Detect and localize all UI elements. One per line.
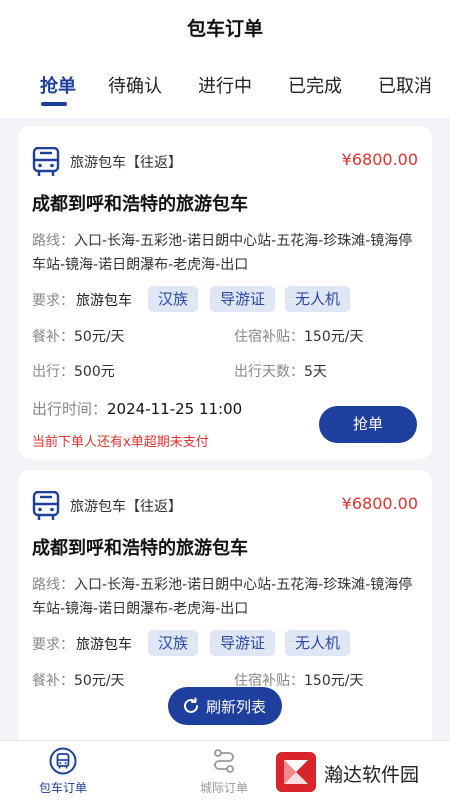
- route-icon: [214, 749, 234, 773]
- page-title: 包车订单: [186, 18, 263, 40]
- order-title: 成都到呼和浩特的旅游包车: [32, 194, 248, 215]
- requirements-text: 旅游包车: [76, 637, 132, 653]
- meal-allowance: 餐补：50元/天: [32, 673, 125, 689]
- lodging-allowance: 住宿补贴：150元/天: [234, 329, 364, 345]
- nav-charter-orders[interactable]: 包车订单: [13, 741, 113, 800]
- tab-cancelled[interactable]: 已取消: [378, 72, 432, 98]
- bus-icon: [32, 491, 60, 520]
- grab-order-button[interactable]: 抢单: [319, 406, 417, 443]
- tab-active-indicator: [41, 102, 67, 106]
- bus-icon: [49, 747, 77, 775]
- route-value: 入口-长海-五彩池-诺日朗中心站-五花海-珍珠滩-镜海停车站-镜海-诺日朗瀑布-…: [32, 577, 413, 617]
- trip-days: 出行天数：5天: [234, 364, 327, 380]
- tab-grab[interactable]: 抢单: [40, 72, 76, 98]
- order-price: ¥6800.00: [341, 494, 418, 513]
- order-type: 旅游包车【往返】: [70, 499, 182, 515]
- order-type: 旅游包车【往返】: [70, 155, 182, 171]
- refresh-icon: [184, 697, 198, 713]
- payment-warning: 当前下单人还有x单超期未支付: [32, 435, 209, 450]
- order-title: 成都到呼和浩特的旅游包车: [32, 538, 248, 559]
- watermark: 瀚达软件园: [272, 748, 440, 796]
- tab-pending[interactable]: 待确认: [108, 72, 162, 98]
- tag-guide-license: 导游证: [210, 630, 276, 656]
- order-card[interactable]: 旅游包车【往返】 ¥6800.00 成都到呼和浩特的旅游包车 路线：入口-长海-…: [18, 126, 432, 459]
- trip-fee: 出行：500元: [32, 364, 115, 380]
- requirements-text: 旅游包车: [76, 293, 132, 309]
- watermark-logo-icon: [276, 752, 316, 792]
- refresh-label: 刷新列表: [206, 698, 267, 716]
- route-description: 路线：入口-长海-五彩池-诺日朗中心站-五花海-珍珠滩-镜海停车站-镜海-诺日朗…: [32, 573, 422, 621]
- nav-label: 城际订单: [199, 781, 248, 795]
- route-value: 入口-长海-五彩池-诺日朗中心站-五花海-珍珠滩-镜海停车站-镜海-诺日朗瀑布-…: [32, 233, 413, 273]
- tag-ethnicity: 汉族: [148, 286, 199, 312]
- requirements-label: 要求：: [32, 293, 74, 309]
- tag-drone: 无人机: [285, 286, 351, 312]
- nav-label: 包车订单: [38, 781, 87, 795]
- refresh-list-button[interactable]: 刷新列表: [168, 687, 282, 725]
- header: 包车订单 抢单 待确认 进行中 已完成 已取消: [0, 0, 450, 118]
- bus-icon: [32, 147, 60, 176]
- route-label: 路线：: [32, 577, 74, 593]
- requirements-label: 要求：: [32, 637, 74, 653]
- nav-intercity-orders[interactable]: 城际订单: [174, 741, 274, 800]
- order-price: ¥6800.00: [341, 150, 418, 169]
- tab-bar: 抢单 待确认 进行中 已完成 已取消: [0, 72, 450, 112]
- meal-allowance: 餐补：50元/天: [32, 329, 125, 345]
- order-list[interactable]: 旅游包车【往返】 ¥6800.00 成都到呼和浩特的旅游包车 路线：入口-长海-…: [0, 118, 450, 740]
- tab-in-progress[interactable]: 进行中: [198, 72, 252, 98]
- tag-drone: 无人机: [285, 630, 351, 656]
- tab-completed[interactable]: 已完成: [288, 72, 342, 98]
- departure-time: 出行时间：2024-11-25 11:00: [32, 400, 243, 418]
- tag-guide-license: 导游证: [210, 286, 276, 312]
- route-label: 路线：: [32, 233, 74, 249]
- route-description: 路线：入口-长海-五彩池-诺日朗中心站-五花海-珍珠滩-镜海停车站-镜海-诺日朗…: [32, 229, 422, 277]
- tag-ethnicity: 汉族: [148, 630, 199, 656]
- watermark-text: 瀚达软件园: [324, 764, 420, 786]
